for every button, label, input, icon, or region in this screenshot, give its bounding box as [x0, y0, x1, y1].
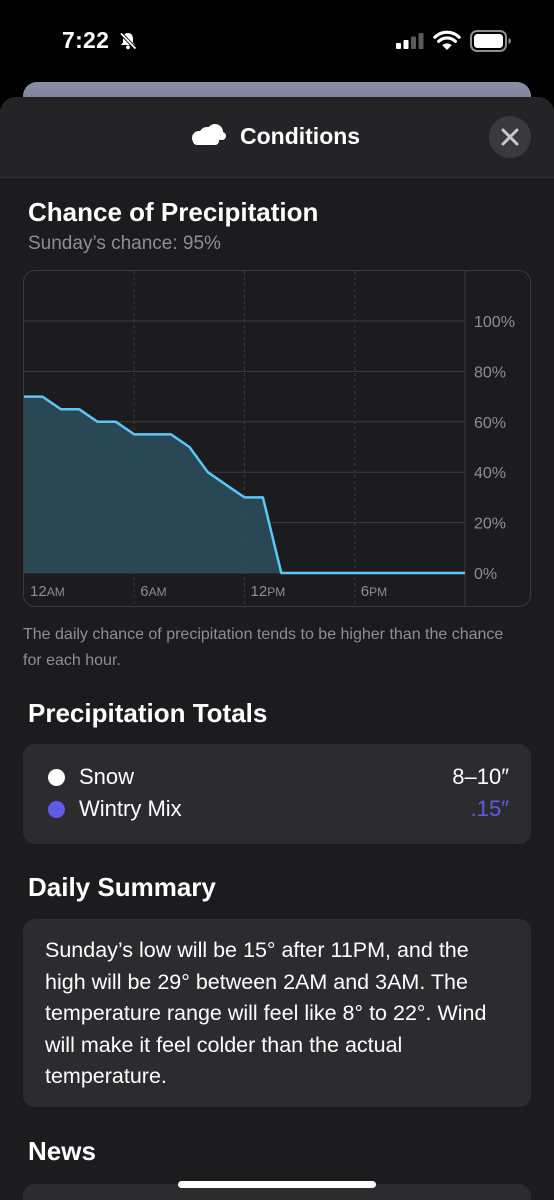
- precipitation-chart[interactable]: 100% 80% 60% 40% 20% 0% 12AM 6AM 12PM 6PM: [23, 270, 531, 607]
- signal-icon: [396, 33, 424, 49]
- daily-summary-title: Daily Summary: [28, 872, 216, 902]
- daily-summary-card: Sunday’s low will be 15° after 11PM, and…: [23, 919, 531, 1107]
- wifi-icon: [433, 30, 461, 50]
- wintry-mix-dot-icon: [48, 801, 65, 818]
- x-tick-label: 6PM: [361, 583, 387, 600]
- y-tick-label: 80%: [474, 364, 506, 381]
- battery-icon: [470, 30, 511, 52]
- y-tick-label: 0%: [474, 566, 497, 583]
- total-value: 8–10″: [452, 764, 509, 789]
- chart-note: The daily chance of precipitation tends …: [23, 626, 504, 669]
- total-label: Snow: [79, 764, 135, 789]
- close-icon: [501, 128, 519, 146]
- x-tick-label: 6AM: [140, 583, 166, 600]
- total-value: .15″: [470, 796, 509, 821]
- bell-slash-icon: [119, 32, 137, 50]
- precipitation-chance-subtitle: Sunday’s chance: 95%: [28, 233, 221, 254]
- precipitation-totals-title: Precipitation Totals: [28, 698, 268, 728]
- y-tick-label: 100%: [474, 314, 515, 331]
- news-title: News: [28, 1136, 96, 1166]
- daily-summary-text: Sunday’s low will be 15° after 11PM, and…: [45, 938, 487, 1088]
- sheet-title: Conditions: [240, 123, 361, 149]
- close-button[interactable]: [489, 116, 531, 158]
- status-bar: 7:22: [0, 0, 554, 80]
- cloud-icon: [192, 124, 226, 145]
- precipitation-chart-svg: 100% 80% 60% 40% 20% 0% 12AM 6AM 12PM 6PM: [24, 271, 515, 606]
- x-tick-label: 12PM: [251, 583, 286, 600]
- y-tick-label: 40%: [474, 465, 506, 482]
- x-tick-label: 12AM: [30, 583, 65, 600]
- precipitation-chance-title: Chance of Precipitation: [28, 197, 319, 227]
- sheet-header: Conditions: [0, 97, 554, 178]
- snow-dot-icon: [48, 769, 65, 786]
- y-tick-label: 60%: [474, 415, 506, 432]
- home-indicator[interactable]: [178, 1181, 376, 1188]
- total-label: Wintry Mix: [79, 796, 182, 821]
- y-tick-label: 20%: [474, 516, 506, 533]
- conditions-sheet: Conditions Chance of Precipitation Sunda…: [0, 97, 554, 1200]
- status-time: 7:22: [62, 27, 110, 53]
- total-row-snow: Snow 8–10″: [23, 762, 531, 794]
- precipitation-totals-card: Snow 8–10″ Wintry Mix .15″: [23, 744, 531, 844]
- total-row-wintry-mix: Wintry Mix .15″: [23, 794, 531, 826]
